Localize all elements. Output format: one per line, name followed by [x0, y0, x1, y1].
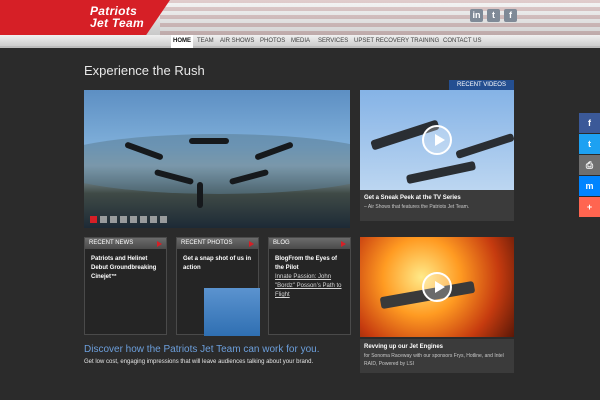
jet-shape: [455, 132, 514, 160]
play-icon[interactable]: [422, 272, 452, 302]
slide-dot[interactable]: [100, 216, 107, 223]
photos-title[interactable]: Get a snap shot of us in action: [177, 249, 258, 273]
photo-thumbnail[interactable]: [204, 288, 260, 336]
nav-photos[interactable]: PHOTOS: [258, 35, 287, 48]
logo-line2: Jet Team: [90, 16, 144, 30]
nav-services[interactable]: SERVICES: [316, 35, 350, 48]
page-title: Experience the Rush: [84, 63, 205, 78]
slide-dot[interactable]: [110, 216, 117, 223]
blog-header[interactable]: BLOG: [269, 238, 350, 249]
video-title[interactable]: Get a Sneak Peek at the TV Series: [360, 190, 514, 203]
blog-card[interactable]: BLOG BlogFrom the Eyes of the Pilot Inna…: [268, 237, 351, 335]
video-title[interactable]: Revving up our Jet Engines: [360, 339, 514, 352]
blog-link[interactable]: Innate Passion: John "Bordz" Posson’s Pa…: [269, 273, 350, 300]
play-icon[interactable]: [422, 125, 452, 155]
cta-title[interactable]: Discover how the Patriots Jet Team can w…: [84, 344, 319, 355]
header: Patriots Jet Team in t f: [0, 0, 600, 35]
recent-photos-card[interactable]: RECENT PHOTOS Get a snap shot of us in a…: [176, 237, 260, 336]
nav-contact-us[interactable]: CONTACT US: [441, 35, 483, 48]
print-icon[interactable]: ⎙: [579, 155, 600, 175]
slide-dot[interactable]: [140, 216, 147, 223]
slide-dot[interactable]: [120, 216, 127, 223]
facebook-icon[interactable]: f: [579, 113, 600, 133]
nav-team[interactable]: TEAM: [195, 35, 216, 48]
messenger-icon[interactable]: m: [579, 176, 600, 196]
twitter-icon[interactable]: t: [579, 134, 600, 154]
flame-video-thumbnail[interactable]: [360, 237, 514, 337]
blog-title[interactable]: BlogFrom the Eyes of the Pilot: [269, 249, 350, 273]
jet-shape: [197, 182, 203, 208]
logo[interactable]: Patriots Jet Team: [0, 0, 170, 35]
nav-upset-recovery-training[interactable]: UPSET RECOVERY TRAINING: [352, 35, 441, 48]
hero-slider[interactable]: [84, 90, 350, 228]
recent-news-card[interactable]: RECENT NEWS Patriots and Helinet Debut G…: [84, 237, 167, 335]
slide-dot[interactable]: [90, 216, 97, 223]
linkedin-icon[interactable]: in: [470, 9, 483, 22]
video-thumbnail[interactable]: [360, 90, 514, 190]
slide-dot[interactable]: [160, 216, 167, 223]
slide-dot[interactable]: [130, 216, 137, 223]
share-bar: f t ⎙ m +: [579, 113, 600, 217]
video-description: for Sonoma Raceway with our sponsors Fry…: [364, 353, 504, 367]
news-title[interactable]: Patriots and Helinet Debut Groundbreakin…: [85, 249, 166, 282]
nav-media[interactable]: MEDIA: [289, 35, 312, 48]
top-nav: HOME TEAM AIR SHOWS PHOTOS MEDIA SERVICE…: [0, 35, 600, 48]
facebook-icon[interactable]: f: [504, 9, 517, 22]
plus-icon[interactable]: +: [579, 197, 600, 217]
recent-videos-tag[interactable]: RECENT VIDEOS: [449, 80, 514, 90]
nav-home[interactable]: HOME: [171, 35, 193, 48]
jet-shape: [405, 160, 477, 185]
video-caption[interactable]: Revving up our Jet Engines for Sonoma Ra…: [360, 339, 514, 373]
recent-news-header[interactable]: RECENT NEWS: [85, 238, 166, 249]
recent-photos-header[interactable]: RECENT PHOTOS: [177, 238, 258, 249]
slide-dot[interactable]: [150, 216, 157, 223]
nav-air-shows[interactable]: AIR SHOWS: [218, 35, 256, 48]
jet-shape: [189, 138, 229, 144]
video-caption[interactable]: Get a Sneak Peek at the TV Series – Air …: [360, 190, 514, 221]
video-description: – Air Shows that features the Patriots J…: [364, 204, 470, 210]
twitter-icon[interactable]: t: [487, 9, 500, 22]
cta-text: Get low cost, engaging impressions that …: [84, 359, 314, 365]
